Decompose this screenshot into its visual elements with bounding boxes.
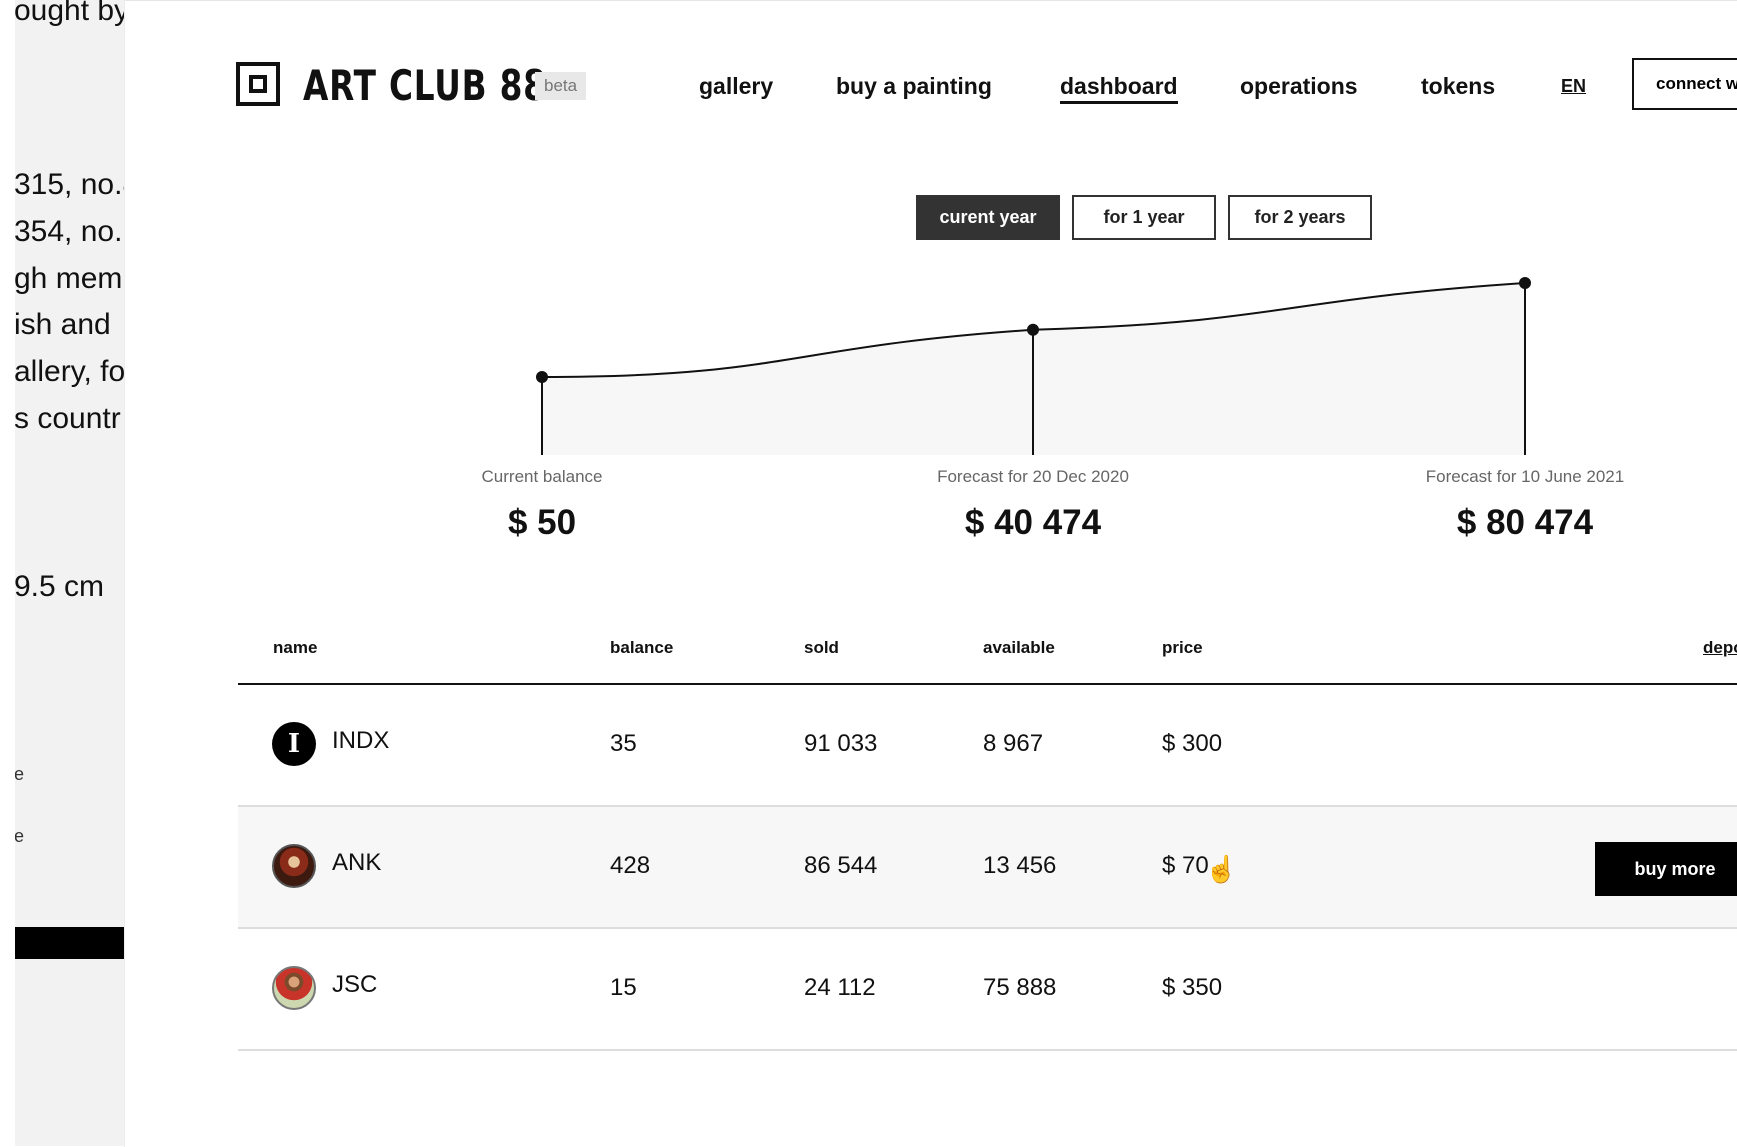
price-cell: $ 300 <box>1162 730 1223 757</box>
window-edge <box>0 0 15 1146</box>
logo-text[interactable]: ART CLUB 88 <box>303 61 547 110</box>
forecast-label: Forecast for 20 Dec 2020 <box>937 467 1129 486</box>
jsc-token-icon <box>272 966 316 1010</box>
chart-point[interactable] <box>1027 323 1039 336</box>
chart-point[interactable] <box>1519 277 1531 289</box>
background-bar <box>15 927 124 959</box>
token-name: JSC <box>332 971 378 998</box>
sold-cell: 91 033 <box>804 730 878 757</box>
balance-cell: 428 <box>610 852 651 879</box>
token-name: INDX <box>332 727 390 754</box>
column-header-deposit[interactable]: deposit <box>1703 638 1737 658</box>
buy-more-button[interactable]: buy more <box>1595 842 1737 896</box>
table-row[interactable]: JSC 15 24 112 75 888 $ 350 <box>238 929 1737 1051</box>
period-2-years-button[interactable]: for 2 years <box>1228 195 1372 240</box>
price-cell: $ 70 <box>1162 852 1209 879</box>
background-text-line: ish and <box>14 308 111 341</box>
logo-icon[interactable] <box>236 62 280 106</box>
balance-cell: 35 <box>610 730 637 757</box>
table-row[interactable]: ANK 428 86 544 13 456 $ 70 buy more <box>238 807 1737 929</box>
nav-operations[interactable]: operations <box>1240 73 1358 100</box>
background-text-line: 9.5 cm <box>14 570 105 603</box>
sold-cell: 24 112 <box>804 974 876 1001</box>
background-text-line: gh mem <box>14 262 123 295</box>
background-text-line: ought by <box>14 0 124 27</box>
background-text-line: 315, no.8 <box>14 168 124 201</box>
background-text-line: 354, no.1 <box>14 215 124 248</box>
forecast-value: $ 40 474 <box>964 503 1102 542</box>
forecast-label: Forecast for 10 June 2021 <box>1425 467 1625 486</box>
sold-cell: 86 544 <box>804 852 878 879</box>
ank-token-icon <box>272 844 316 888</box>
indx-token-icon: I <box>272 722 316 766</box>
table-row[interactable]: I INDX 35 91 033 8 967 $ 300 <box>238 685 1737 807</box>
token-name: ANK <box>332 849 382 876</box>
beta-badge: beta <box>535 72 587 100</box>
forecast-value: $ 50 <box>507 503 577 542</box>
column-header-sold: sold <box>804 638 839 657</box>
forecast-chart <box>536 277 1531 455</box>
background-dot: e <box>14 764 25 784</box>
price-cell: $ 350 <box>1162 974 1223 1001</box>
hand-pointer-icon: ☝ <box>1205 854 1238 884</box>
nav-dashboard[interactable]: dashboard <box>1060 73 1178 104</box>
background-text-line: allery, fo <box>14 355 124 388</box>
column-header-price: price <box>1162 638 1203 657</box>
period-current-year-button[interactable]: curent year <box>916 195 1060 240</box>
background-page: ought by 315, no.8 354, no.1 gh mem ish … <box>0 0 124 1146</box>
nav-gallery[interactable]: gallery <box>699 73 773 100</box>
dashboard-panel: ART CLUB 88 beta gallery buy a painting … <box>124 0 1737 1147</box>
nav-tokens[interactable]: tokens <box>1421 73 1495 100</box>
column-header-available: available <box>983 638 1055 657</box>
column-header-balance: balance <box>610 638 674 657</box>
period-1-year-button[interactable]: for 1 year <box>1072 195 1216 240</box>
forecast-label: Current balance <box>481 467 603 486</box>
available-cell: 13 456 <box>983 852 1057 879</box>
forecast-value: $ 80 474 <box>1456 503 1594 542</box>
available-cell: 75 888 <box>983 974 1057 1001</box>
language-switch[interactable]: EN <box>1561 76 1586 97</box>
available-cell: 8 967 <box>983 730 1044 757</box>
nav-buy-a-painting[interactable]: buy a painting <box>836 73 992 100</box>
balance-cell: 15 <box>610 974 637 1001</box>
connect-wallet-button[interactable]: connect wallet <box>1632 58 1737 110</box>
column-header-name: name <box>273 638 318 657</box>
chart-point[interactable] <box>536 371 548 383</box>
background-text-line: s countr <box>14 402 121 435</box>
background-dot: e <box>14 826 25 846</box>
